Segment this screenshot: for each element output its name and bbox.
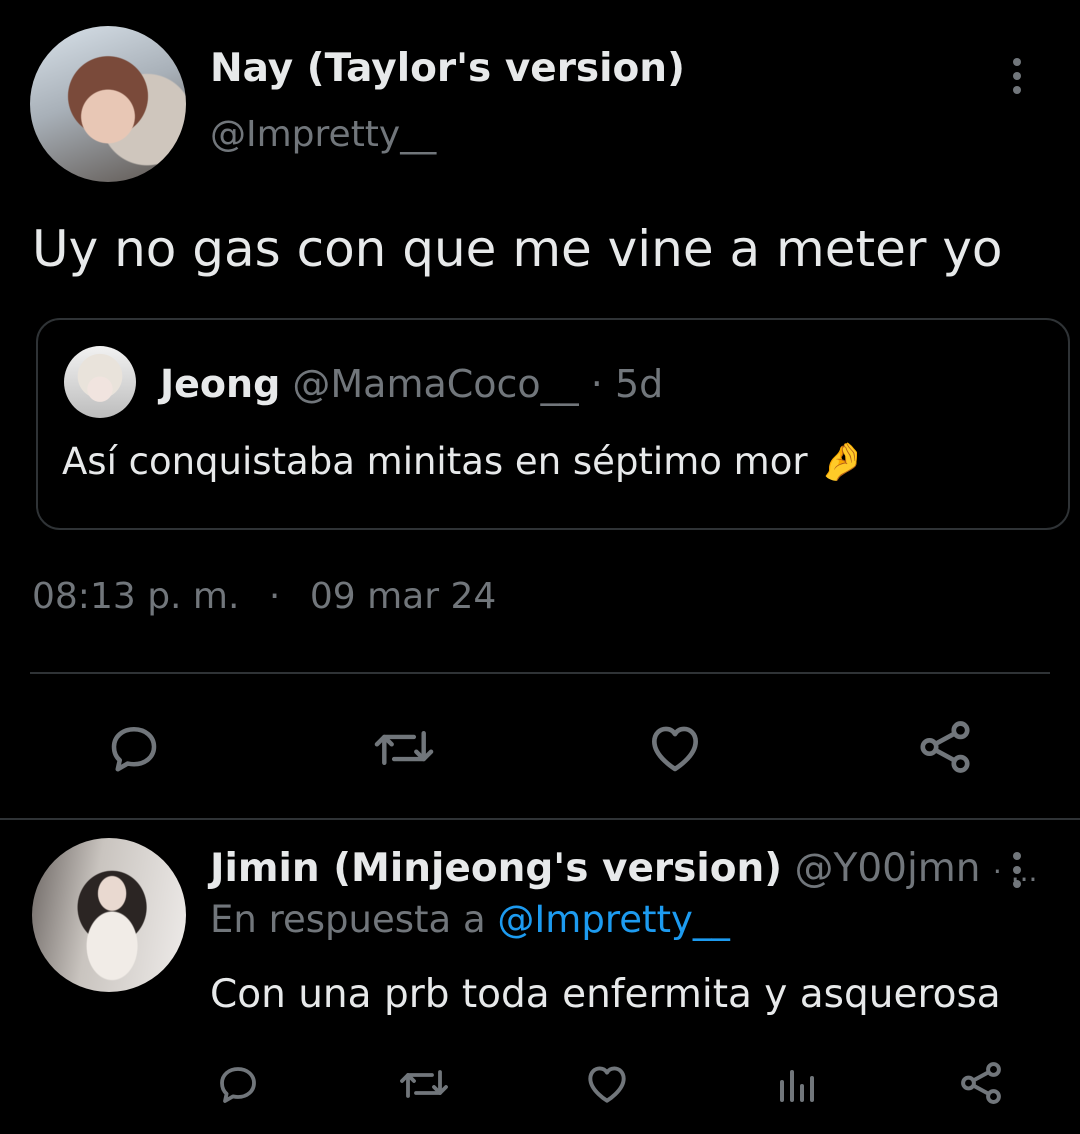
quoted-author-handle: @MamaCoco__ [292, 362, 579, 406]
quoted-author-name: Jeong [160, 362, 281, 406]
quoted-header: Jeong @MamaCoco__ · 5d [160, 362, 663, 406]
quoted-author-avatar [64, 346, 136, 418]
quoted-tweet-age: · 5d [590, 362, 664, 406]
more-vertical-icon[interactable] [1012, 852, 1022, 888]
views-icon[interactable] [772, 1060, 820, 1108]
author-handle[interactable]: @Impretty__ [210, 114, 436, 155]
reply-author-avatar[interactable] [32, 838, 186, 992]
tweet-time: 08:13 p. m. [32, 576, 240, 617]
heart-icon[interactable] [644, 716, 706, 778]
reply-header: Jimin (Minjeong's version) @Y00jmn · ... [210, 846, 1037, 891]
reply-context-prefix: En respuesta a [210, 898, 486, 941]
tweet-text: Uy no gas con que me vine a meter yo [32, 220, 1003, 278]
reply-to-link[interactable]: @Impretty__ [497, 898, 730, 941]
timestamp-separator: · [268, 576, 281, 617]
comment-icon[interactable] [104, 718, 164, 778]
tweet-date: 09 mar 24 [309, 576, 497, 617]
reply-author-name[interactable]: Jimin (Minjeong's version) [210, 846, 782, 891]
divider [0, 818, 1080, 820]
share-icon[interactable] [914, 716, 976, 778]
divider [30, 672, 1050, 674]
author-avatar[interactable] [30, 26, 186, 182]
retweet-icon[interactable] [398, 1060, 450, 1108]
reply-context: En respuesta a @Impretty__ [210, 898, 730, 941]
author-name[interactable]: Nay (Taylor's version) [210, 46, 685, 91]
pinched-fingers-emoji: 🤌 [819, 440, 866, 483]
share-icon[interactable] [956, 1058, 1006, 1108]
quoted-tweet-card[interactable] [36, 318, 1070, 530]
more-vertical-icon[interactable] [1012, 58, 1022, 94]
quoted-tweet-text: Así conquistaba minitas en séptimo mor [62, 440, 808, 483]
heart-icon[interactable] [582, 1058, 632, 1108]
quoted-text-row: Así conquistaba minitas en séptimo mor 🤌 [62, 440, 865, 484]
reply-author-handle[interactable]: @Y00jmn [795, 846, 981, 891]
tweet-timestamp: 08:13 p. m. · 09 mar 24 [32, 576, 496, 617]
reply-text: Con una prb toda enfermita y asquerosa [210, 972, 1001, 1017]
comment-icon[interactable] [214, 1060, 262, 1108]
retweet-icon[interactable] [372, 718, 436, 778]
